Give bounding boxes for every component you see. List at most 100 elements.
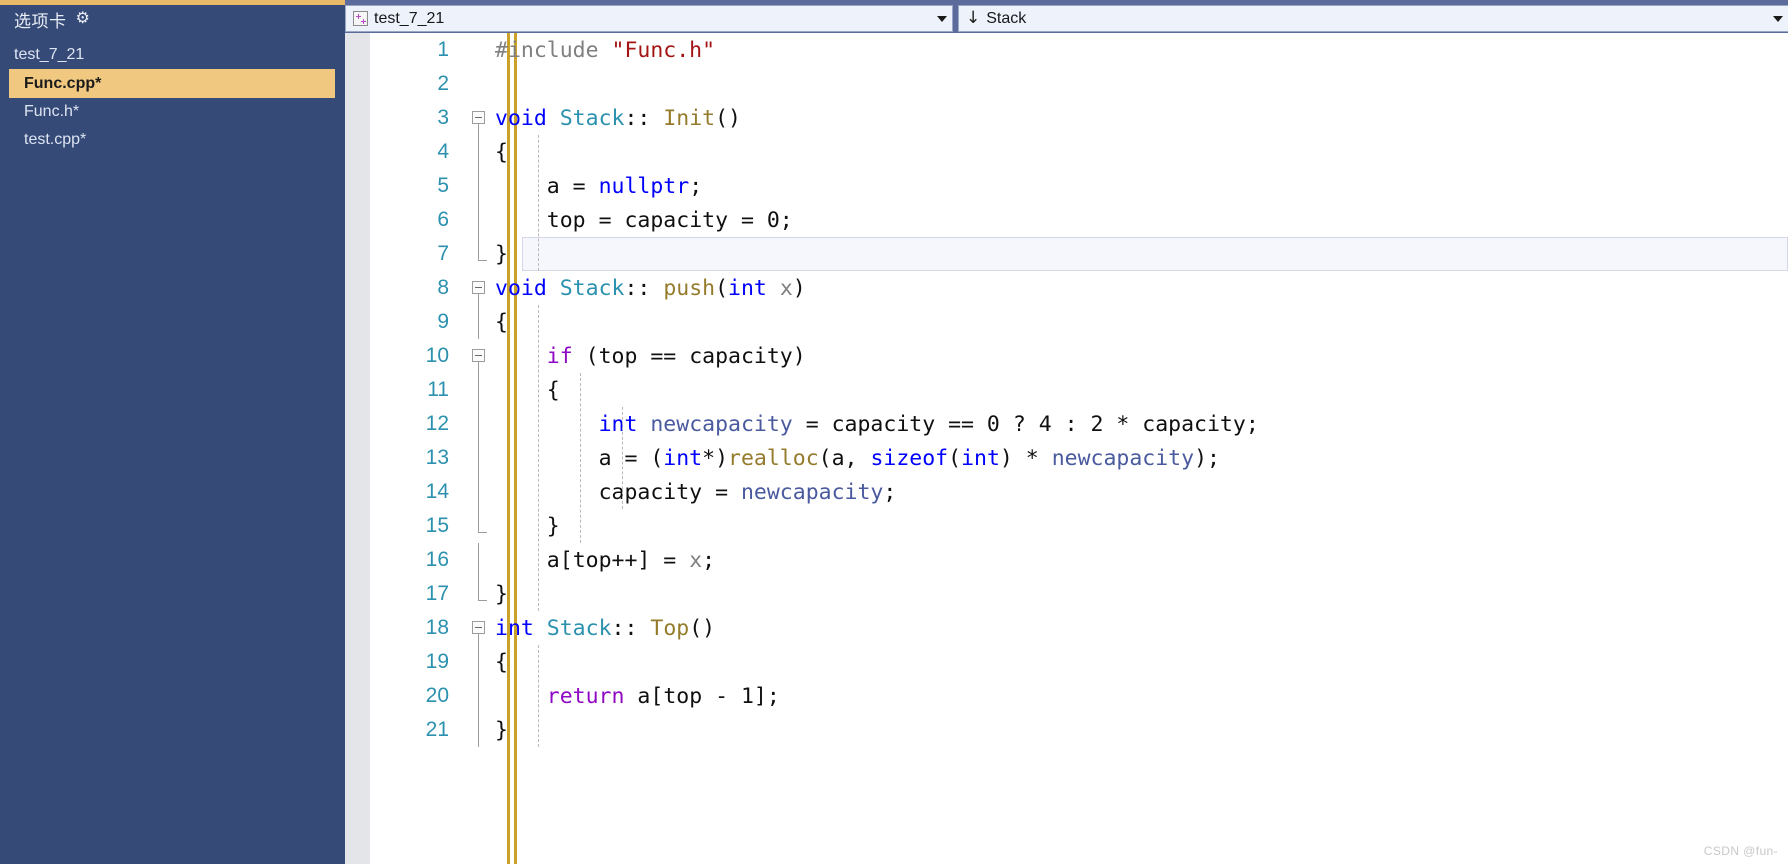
code-line[interactable]: 8 void Stack:: push(int x) (370, 271, 1788, 305)
fold-gutter-cell[interactable] (465, 475, 495, 509)
fold-collapse-icon[interactable] (472, 281, 485, 294)
fold-stem (478, 124, 479, 135)
sidebar-item-func-cpp[interactable]: Func.cpp* (9, 69, 335, 98)
line-number: 10 (425, 344, 449, 367)
line-number: 3 (437, 106, 449, 129)
fold-gutter-cell[interactable] (465, 373, 495, 407)
fold-stem (478, 294, 479, 305)
line-number: 20 (425, 684, 449, 707)
code-line-text: { (495, 309, 508, 335)
code-line[interactable]: 1 #include "Func.h" (370, 33, 1788, 67)
sidebar-item-test-cpp[interactable]: test.cpp* (0, 126, 345, 154)
code-line[interactable]: 17} (370, 577, 1788, 611)
fold-gutter-cell[interactable] (465, 645, 495, 679)
code-area[interactable]: 1 #include "Func.h" 23 void Stack:: Init()4… (370, 33, 1788, 864)
code-line-text: } (495, 717, 508, 743)
code-line[interactable]: 14 capacity = newcapacity; (370, 475, 1788, 509)
code-line[interactable]: 4{ (370, 135, 1788, 169)
code-line[interactable]: 15 } (370, 509, 1788, 543)
code-line-text: } (495, 581, 508, 607)
fold-collapse-icon[interactable] (472, 621, 485, 634)
code-line[interactable]: 16 a[top++] = x; (370, 543, 1788, 577)
fold-gutter-cell[interactable] (465, 407, 495, 441)
code-line-text: void Stack:: Init() (495, 105, 741, 131)
fold-gutter-cell[interactable] (465, 33, 495, 67)
code-editor[interactable]: 1 #include "Func.h" 23 void Stack:: Init()4… (345, 33, 1788, 864)
fold-gutter-cell[interactable] (465, 577, 495, 611)
code-line[interactable]: 20 return a[top - 1]; (370, 679, 1788, 713)
fold-stem (478, 305, 479, 339)
sidebar-item-func-h[interactable]: Func.h* (0, 98, 345, 126)
code-line[interactable]: 7} (370, 237, 1788, 271)
line-number: 12 (425, 412, 449, 435)
member-scope-value: Stack (986, 9, 1027, 27)
project-scope-dropdown[interactable]: test_7_21 (345, 5, 953, 32)
fold-stem (478, 135, 479, 169)
fold-gutter-cell[interactable] (465, 441, 495, 475)
fold-gutter-cell[interactable] (465, 713, 495, 747)
code-line[interactable]: 11 { (370, 373, 1788, 407)
sidebar-item-test_7_21[interactable]: test_7_21 (0, 41, 345, 69)
code-line-list: 1 #include "Func.h" 23 void Stack:: Init()4… (370, 33, 1788, 747)
breakpoint-gutter[interactable] (345, 33, 370, 864)
cpp-project-icon (353, 11, 368, 26)
code-line-text: a = nullptr; (546, 173, 703, 199)
fold-gutter-cell[interactable] (465, 237, 495, 271)
line-number: 15 (425, 514, 449, 537)
code-line[interactable]: 13 a = (int*)realloc(a, sizeof(int) * ne… (370, 441, 1788, 475)
fold-stem (478, 203, 479, 237)
tabs-panel-header: 选项卡 ⚙ (0, 0, 345, 33)
code-line[interactable]: 9{ (370, 305, 1788, 339)
fold-gutter-cell[interactable] (465, 135, 495, 169)
watermark: CSDN @fun- (1703, 844, 1778, 858)
code-line[interactable]: 12 int newcapacity = capacity == 0 ? 4 :… (370, 407, 1788, 441)
line-number: 13 (425, 446, 449, 469)
fold-gutter-cell[interactable] (465, 679, 495, 713)
code-line[interactable]: 19 { (370, 645, 1788, 679)
code-line[interactable]: 21} (370, 713, 1788, 747)
fold-gutter-cell[interactable] (465, 339, 495, 373)
sidebar-item-label: Func.cpp* (24, 74, 102, 92)
member-scope-dropdown[interactable]: ↓ Stack (958, 5, 1788, 32)
fold-gutter-cell[interactable] (465, 543, 495, 577)
code-line[interactable]: 18 int Stack:: Top() (370, 611, 1788, 645)
line-number: 14 (425, 480, 449, 503)
code-line-text: { (495, 377, 560, 403)
sidebar-item-label: Func.h* (24, 103, 80, 120)
fold-stem (478, 362, 479, 373)
fold-gutter-cell[interactable] (465, 509, 495, 543)
code-line-text: if (top == capacity) (546, 343, 806, 369)
fold-end-marker (478, 237, 487, 261)
fold-collapse-icon[interactable] (472, 349, 485, 362)
fold-gutter-cell[interactable] (465, 67, 495, 101)
code-line[interactable]: 5 a = nullptr; (370, 169, 1788, 203)
tabs-panel-title-group: 选项卡 ⚙ (14, 5, 92, 33)
fold-stem (478, 373, 479, 407)
sidebar-item-label: test_7_21 (14, 46, 85, 63)
indent-guide (538, 305, 539, 611)
indent-guide (538, 645, 539, 747)
fold-gutter-cell[interactable] (465, 169, 495, 203)
code-line-text: return a[top - 1]; (546, 683, 780, 709)
fold-gutter-cell[interactable] (465, 101, 495, 135)
gear-icon[interactable]: ⚙ (76, 11, 92, 27)
code-line[interactable]: 2 (370, 67, 1788, 101)
fold-gutter-cell[interactable] (465, 271, 495, 305)
fold-end-marker (478, 577, 487, 601)
fold-gutter-cell[interactable] (465, 611, 495, 645)
line-number: 5 (437, 174, 449, 197)
code-line-text: } (495, 513, 560, 539)
code-line-text: void Stack:: push(int x) (495, 275, 806, 301)
chevron-down-icon[interactable] (932, 6, 952, 31)
fold-collapse-icon[interactable] (472, 111, 485, 124)
line-number: 9 (437, 310, 449, 333)
code-line[interactable]: 6 top = capacity = 0; (370, 203, 1788, 237)
fold-gutter-cell[interactable] (465, 305, 495, 339)
code-line[interactable]: 3 void Stack:: Init() (370, 101, 1788, 135)
chevron-down-icon[interactable] (1768, 6, 1788, 31)
code-line[interactable]: 10 if (top == capacity) (370, 339, 1788, 373)
code-line-text: int Stack:: Top() (495, 615, 716, 641)
code-line-text: int newcapacity = capacity == 0 ? 4 : 2 … (598, 411, 1259, 437)
fold-stem (478, 634, 479, 645)
fold-gutter-cell[interactable] (465, 203, 495, 237)
